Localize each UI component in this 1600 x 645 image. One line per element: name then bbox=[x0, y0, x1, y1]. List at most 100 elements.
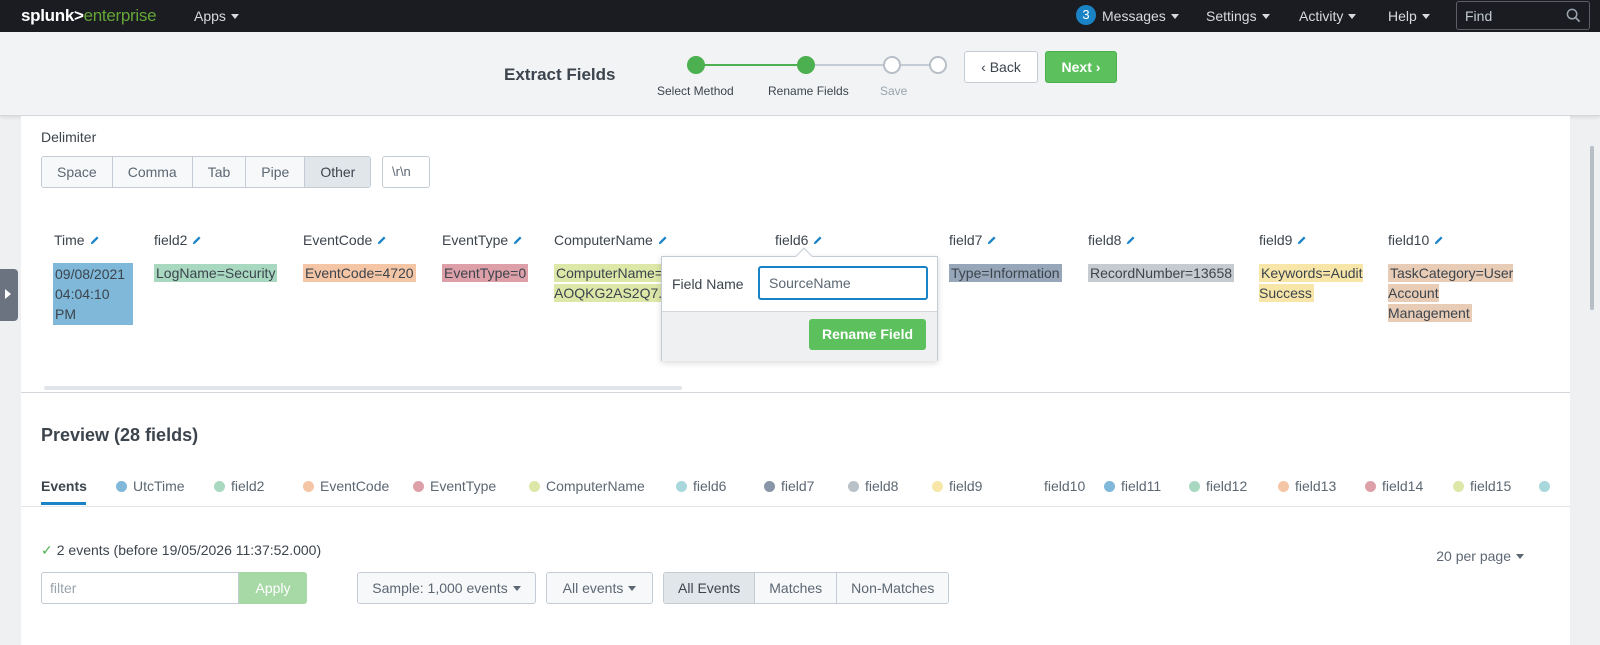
per-page-dropdown[interactable]: 20 per page bbox=[1436, 548, 1524, 564]
field-value-field9: Keywords=Audit Success bbox=[1259, 264, 1363, 302]
pencil-icon[interactable] bbox=[191, 235, 202, 246]
messages-count-badge: 3 bbox=[1076, 5, 1096, 25]
delimiter-space[interactable]: Space bbox=[42, 157, 113, 187]
active-tab-indicator bbox=[41, 502, 86, 505]
delimiter-tab[interactable]: Tab bbox=[192, 157, 247, 187]
pencil-icon[interactable] bbox=[89, 235, 100, 246]
caret-down-icon bbox=[512, 586, 521, 591]
column-header-eventcode[interactable]: EventCode bbox=[303, 232, 387, 248]
wizard-header: Extract Fields Select Method Rename Fiel… bbox=[0, 32, 1600, 116]
column-header-field8[interactable]: field8 bbox=[1088, 232, 1136, 248]
field-value-field7: Type=Information bbox=[949, 264, 1062, 282]
matches-option[interactable]: Matches bbox=[755, 573, 838, 603]
tab-field10[interactable]: field10 bbox=[1044, 478, 1085, 494]
pencil-icon[interactable] bbox=[1296, 235, 1307, 246]
pencil-icon[interactable] bbox=[657, 235, 668, 246]
section-divider bbox=[21, 392, 1570, 393]
find-input[interactable]: Find bbox=[1456, 1, 1590, 30]
tab-eventcode[interactable]: EventCode bbox=[303, 478, 389, 494]
pencil-icon[interactable] bbox=[986, 235, 997, 246]
chevron-right-icon: › bbox=[1091, 59, 1101, 75]
vertical-scrollbar[interactable] bbox=[1590, 146, 1594, 310]
back-button[interactable]: ‹ Back bbox=[964, 51, 1038, 83]
tab-field11[interactable]: field11 bbox=[1104, 478, 1161, 494]
delimiter-pipe[interactable]: Pipe bbox=[246, 157, 306, 187]
column-header-computername[interactable]: ComputerName bbox=[554, 232, 668, 248]
field-name-label: Field Name bbox=[672, 276, 744, 292]
top-nav: splunk>enterprise Apps 3 Messages Settin… bbox=[0, 0, 1600, 32]
column-header-time[interactable]: Time bbox=[54, 232, 100, 248]
delimiter-other[interactable]: Other bbox=[305, 157, 371, 187]
main-panel: Delimiter Space Comma Tab Pipe Other \r\… bbox=[21, 116, 1570, 645]
tab-events[interactable]: Events bbox=[41, 478, 87, 494]
color-dot-icon bbox=[1189, 481, 1200, 492]
tab-utctime[interactable]: UtcTime bbox=[116, 478, 185, 494]
rename-field-popup: Field Name SourceName Rename Field bbox=[661, 247, 938, 361]
field-value-computername: ComputerName= AOQKG2AS2Q7.l bbox=[554, 263, 661, 305]
side-panel-toggle[interactable] bbox=[0, 269, 18, 321]
color-dot-icon bbox=[303, 481, 314, 492]
step-rename-fields-dot bbox=[797, 56, 815, 74]
tab-field7[interactable]: field7 bbox=[764, 478, 814, 494]
chevron-left-icon: ‹ bbox=[981, 59, 990, 75]
caret-down-icon bbox=[1170, 14, 1179, 19]
column-header-field9[interactable]: field9 bbox=[1259, 232, 1307, 248]
pencil-icon[interactable] bbox=[1125, 235, 1136, 246]
help-menu[interactable]: Help bbox=[1388, 8, 1430, 24]
column-header-field7[interactable]: field7 bbox=[949, 232, 997, 248]
sample-dropdown[interactable]: Sample: 1,000 events bbox=[357, 572, 536, 604]
filter-input[interactable]: filter bbox=[41, 572, 239, 604]
pencil-icon[interactable] bbox=[512, 235, 523, 246]
column-header-eventtype[interactable]: EventType bbox=[442, 232, 523, 248]
apply-button[interactable]: Apply bbox=[239, 572, 307, 604]
caret-down-icon bbox=[1421, 14, 1430, 19]
all-events-option[interactable]: All Events bbox=[664, 573, 756, 603]
all-events-dropdown[interactable]: All events bbox=[546, 572, 653, 604]
column-header-field10[interactable]: field10 bbox=[1388, 232, 1444, 248]
color-dot-icon bbox=[1278, 481, 1289, 492]
tab-field2[interactable]: field2 bbox=[214, 478, 264, 494]
color-dot-icon bbox=[1539, 481, 1550, 492]
field-value-time: 09/08/2021 04:04:10 PM bbox=[53, 263, 133, 325]
pencil-icon[interactable] bbox=[376, 235, 387, 246]
next-button[interactable]: Next › bbox=[1045, 51, 1117, 83]
caret-down-icon bbox=[1516, 554, 1524, 559]
color-dot-icon bbox=[848, 481, 859, 492]
messages-menu[interactable]: Messages bbox=[1102, 8, 1179, 24]
splunk-logo[interactable]: splunk>enterprise bbox=[21, 6, 157, 26]
tab-field14[interactable]: field14 bbox=[1365, 478, 1423, 494]
pencil-icon[interactable] bbox=[1433, 235, 1444, 246]
column-header-field2[interactable]: field2 bbox=[154, 232, 202, 248]
tab-field9[interactable]: field9 bbox=[932, 478, 982, 494]
apps-menu[interactable]: Apps bbox=[194, 8, 239, 24]
caret-down-icon bbox=[628, 586, 637, 591]
match-filter: All Events Matches Non-Matches bbox=[663, 572, 950, 604]
pencil-icon[interactable] bbox=[812, 235, 823, 246]
tab-field6[interactable]: field6 bbox=[676, 478, 726, 494]
field-value-eventtype: EventType=0 bbox=[442, 264, 529, 282]
tab-field8[interactable]: field8 bbox=[848, 478, 898, 494]
check-icon: ✓ bbox=[41, 542, 53, 558]
field-name-input[interactable]: SourceName bbox=[758, 266, 928, 300]
rename-field-button[interactable]: Rename Field bbox=[809, 319, 926, 350]
delimiter-comma[interactable]: Comma bbox=[112, 157, 193, 187]
column-header-field6[interactable]: field6 bbox=[775, 232, 823, 248]
search-icon bbox=[1566, 8, 1581, 23]
activity-menu[interactable]: Activity bbox=[1299, 8, 1357, 24]
non-matches-option[interactable]: Non-Matches bbox=[837, 573, 949, 603]
color-dot-icon bbox=[1365, 481, 1376, 492]
step-remaining-line bbox=[807, 64, 937, 66]
step-progress-line bbox=[697, 64, 807, 66]
tab-eventtype[interactable]: EventType bbox=[413, 478, 496, 494]
delimiter-label: Delimiter bbox=[41, 129, 97, 145]
settings-menu[interactable]: Settings bbox=[1206, 8, 1270, 24]
tab-field12[interactable]: field12 bbox=[1189, 478, 1247, 494]
field-value-eventcode: EventCode=4720 bbox=[303, 264, 416, 282]
tab-field13[interactable]: field13 bbox=[1278, 478, 1336, 494]
tab-field15[interactable]: field15 bbox=[1453, 478, 1511, 494]
other-delimiter-input[interactable]: \r\n bbox=[382, 156, 430, 188]
tab-computername[interactable]: ComputerName bbox=[529, 478, 645, 494]
horizontal-scrollbar[interactable] bbox=[44, 386, 682, 390]
field-value-field8: RecordNumber=13658 bbox=[1088, 264, 1235, 282]
tab-overflow[interactable] bbox=[1539, 478, 1556, 494]
